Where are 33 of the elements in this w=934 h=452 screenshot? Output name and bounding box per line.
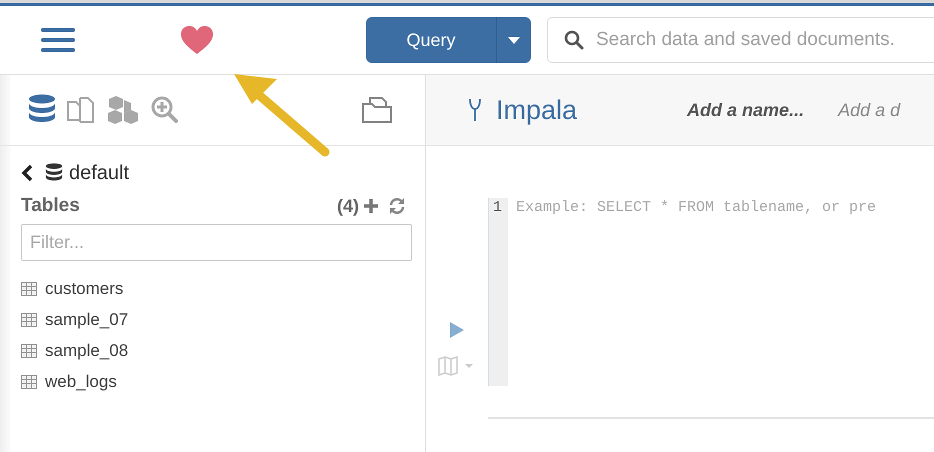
query-button[interactable]: Query: [366, 17, 496, 63]
editor-title: Impala: [496, 94, 578, 127]
search-field[interactable]: Search data and saved documents.: [547, 17, 934, 63]
folder-icon[interactable]: [361, 96, 393, 124]
table-item[interactable]: sample_08: [21, 335, 128, 366]
table-icon: [21, 374, 37, 388]
section-title: Tables: [21, 194, 80, 218]
menu-button[interactable]: [40, 25, 76, 55]
back-icon[interactable]: [21, 164, 33, 182]
filter-field[interactable]: Filter...: [21, 224, 412, 261]
zoom-in-icon[interactable]: [150, 94, 178, 126]
cubes-icon[interactable]: [106, 94, 140, 126]
caret-icon: [508, 36, 520, 44]
name-field[interactable]: Add a name...: [687, 96, 804, 124]
refresh-icon[interactable]: [388, 197, 406, 215]
search-icon: [564, 30, 584, 50]
search-input[interactable]: Search data and saved documents.: [594, 24, 934, 56]
tuning-fork-icon: [468, 97, 482, 123]
documents-icon[interactable]: [66, 94, 96, 126]
add-icon[interactable]: [363, 198, 379, 214]
breadcrumb-link[interactable]: default: [69, 158, 130, 188]
table-item[interactable]: sample_07: [21, 304, 128, 335]
line-number: 1: [493, 198, 504, 218]
table-icon: [21, 312, 37, 326]
table-icon: [21, 344, 37, 358]
database-icon: [45, 163, 63, 183]
table-count: (4): [337, 194, 359, 218]
heart-icon[interactable]: [180, 25, 214, 55]
run-icon[interactable]: [449, 321, 465, 339]
dropdown-button[interactable]: [496, 17, 531, 63]
table-item[interactable]: customers: [21, 273, 124, 304]
table-icon: [21, 282, 37, 296]
table-item[interactable]: web_logs: [21, 366, 117, 397]
